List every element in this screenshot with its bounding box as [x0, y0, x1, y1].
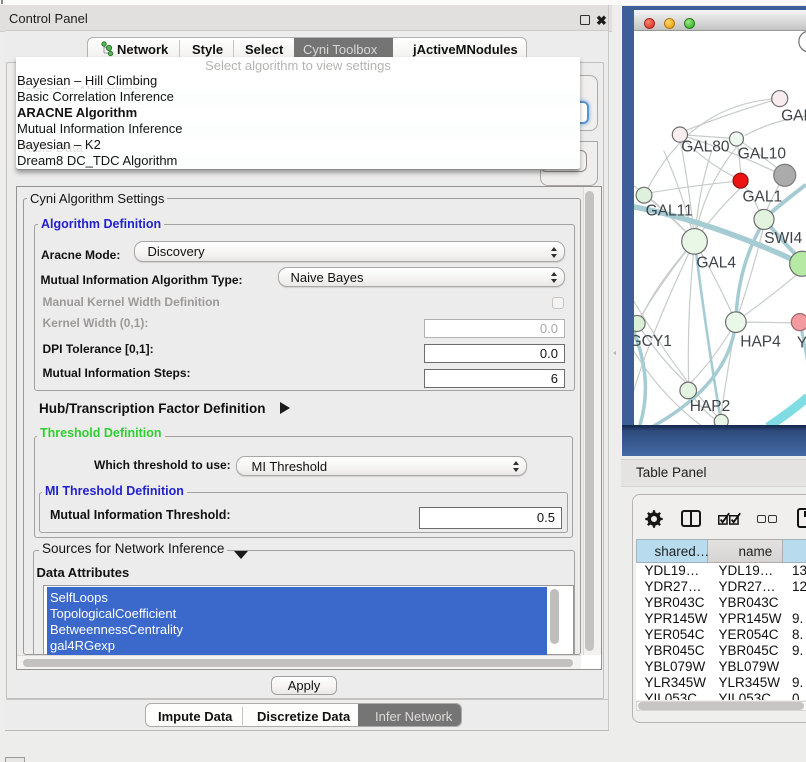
svg-text:Y: Y	[796, 334, 806, 351]
svg-text:GAL7: GAL7	[781, 107, 806, 124]
svg-text:GAL11: GAL11	[645, 202, 692, 219]
svg-text:HAP2: HAP2	[689, 397, 730, 414]
svg-text:GAL1: GAL1	[742, 188, 782, 205]
svg-text:GAL80: GAL80	[681, 138, 730, 155]
svg-text:SWI4: SWI4	[764, 229, 802, 246]
svg-text:GCY1: GCY1	[634, 332, 672, 349]
svg-text:HAP4: HAP4	[740, 333, 781, 350]
svg-text:GAL10: GAL10	[737, 145, 786, 162]
svg-text:GAL4: GAL4	[696, 254, 736, 271]
